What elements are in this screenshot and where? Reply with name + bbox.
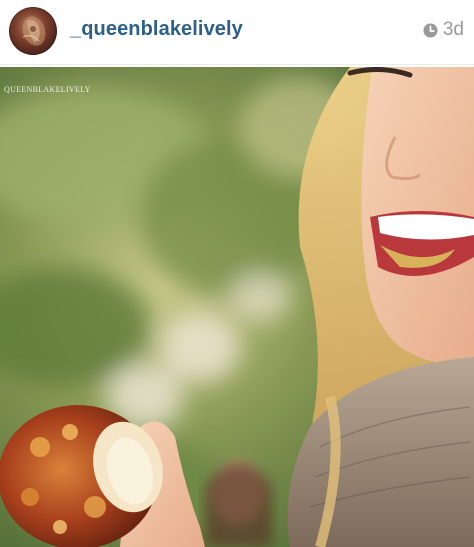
photo-illustration (0, 67, 474, 547)
post-photo[interactable] (0, 67, 474, 547)
username-link[interactable]: _queenblakelively (70, 18, 243, 41)
avatar[interactable] (9, 7, 57, 55)
photo-watermark: QUEENBLAKELIVELY (4, 85, 91, 94)
post-header: _queenblakelively 3d (0, 0, 474, 65)
clock-icon (423, 22, 438, 38)
avatar-image (22, 16, 46, 46)
instagram-post: _queenblakelively 3d QUEENBLAKELIVELY (0, 0, 474, 547)
post-timestamp: 3d (423, 19, 464, 41)
timestamp-label: 3d (442, 19, 464, 40)
